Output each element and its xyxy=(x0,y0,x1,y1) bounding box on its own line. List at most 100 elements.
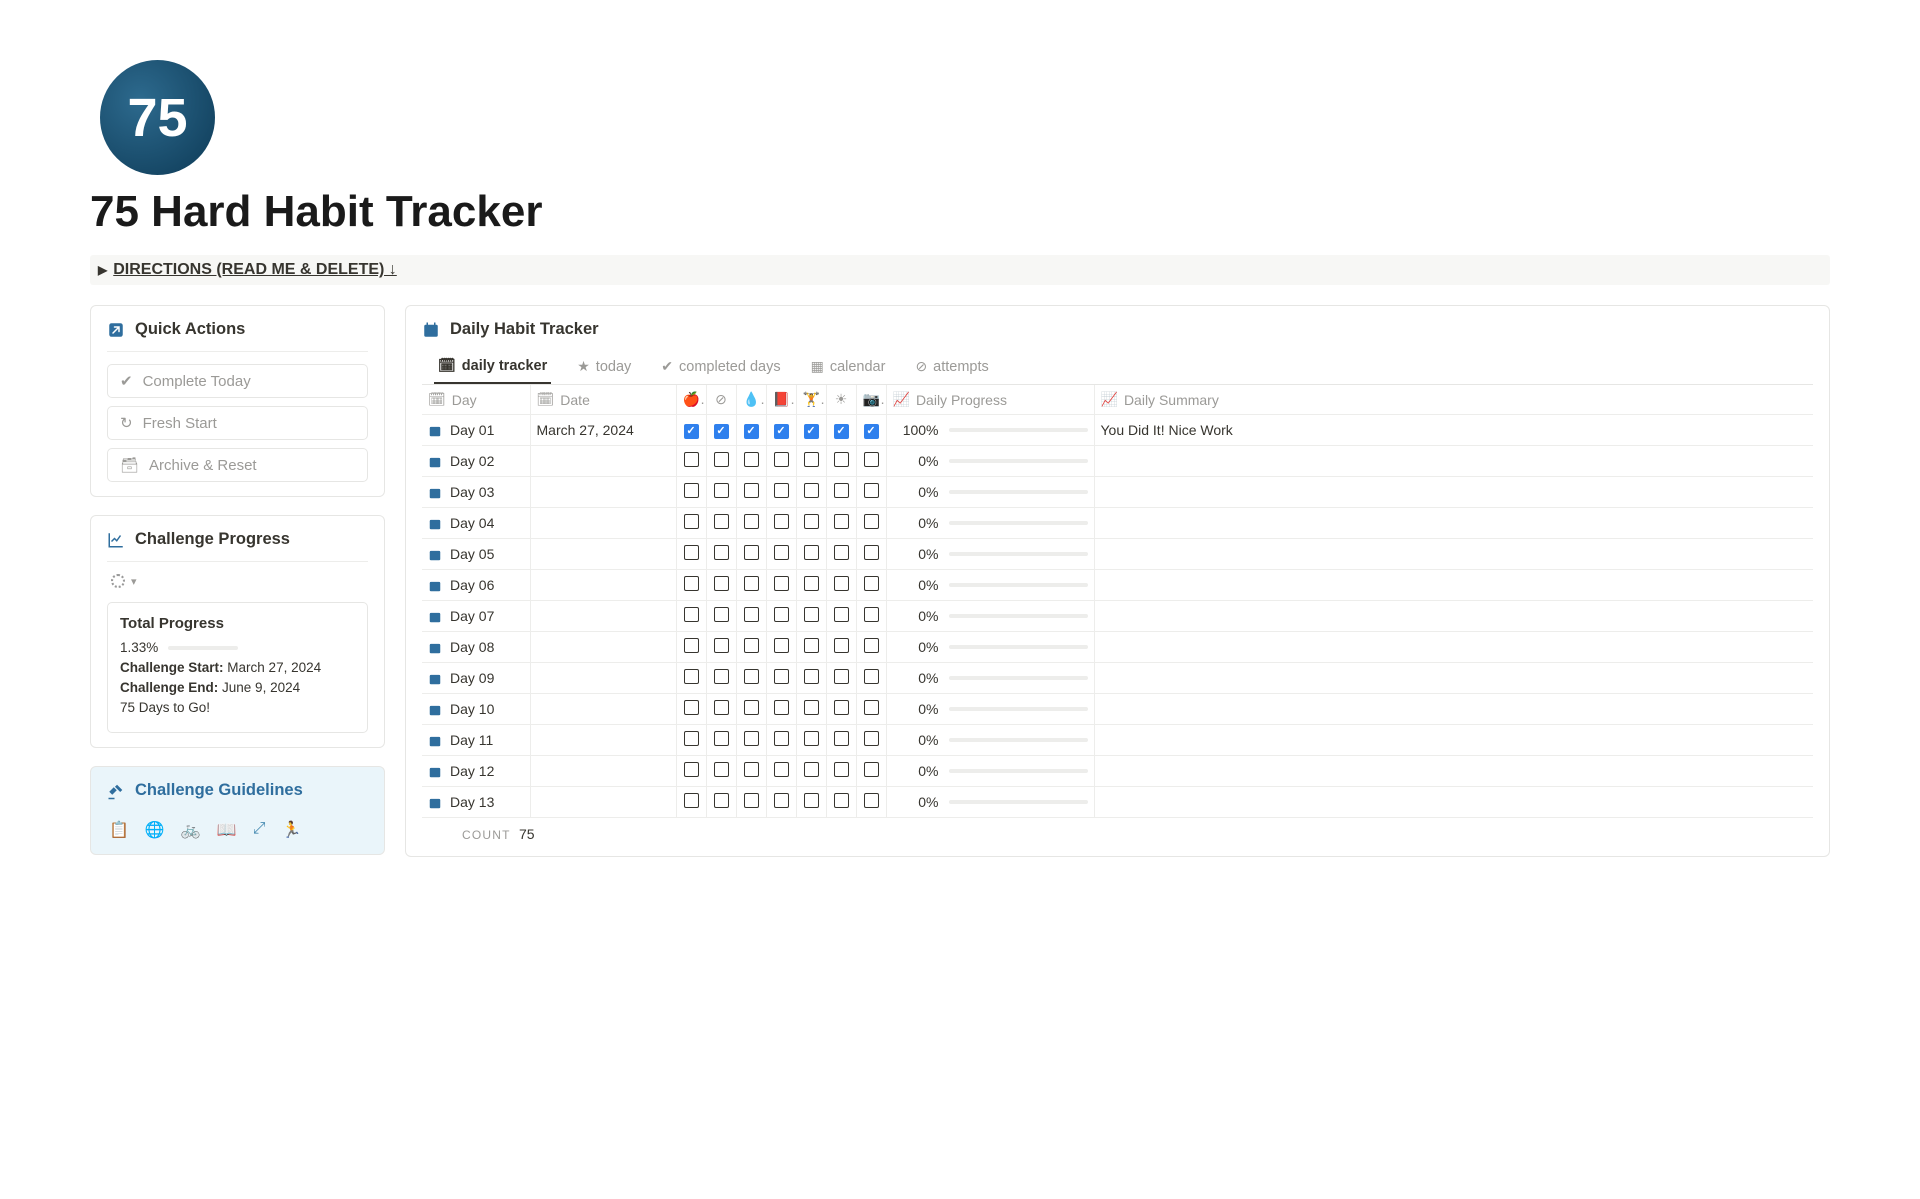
table-row[interactable]: Day 11 0% xyxy=(422,725,1813,756)
checkbox[interactable] xyxy=(834,483,849,498)
checkbox[interactable] xyxy=(684,793,699,808)
table-row[interactable]: Day 10 0% xyxy=(422,694,1813,725)
col-sun[interactable]: ☀ xyxy=(826,385,856,415)
checkbox[interactable] xyxy=(864,793,879,808)
checkbox[interactable] xyxy=(744,607,759,622)
checkbox[interactable] xyxy=(804,576,819,591)
checkbox[interactable] xyxy=(684,669,699,684)
table-row[interactable]: Day 07 0% xyxy=(422,601,1813,632)
checkbox[interactable] xyxy=(684,731,699,746)
checkbox[interactable] xyxy=(804,424,819,439)
checkbox[interactable] xyxy=(864,731,879,746)
book-icon[interactable]: 📖 xyxy=(217,820,237,840)
date-cell[interactable] xyxy=(530,570,676,601)
checkbox[interactable] xyxy=(744,793,759,808)
checkbox[interactable] xyxy=(834,731,849,746)
col-dumbbell[interactable]: 🏋 xyxy=(796,385,826,415)
checkbox[interactable] xyxy=(774,576,789,591)
table-row[interactable]: Day 12 0% xyxy=(422,756,1813,787)
checkbox[interactable] xyxy=(804,514,819,529)
table-row[interactable]: Day 13 0% xyxy=(422,787,1813,818)
checkbox[interactable] xyxy=(744,669,759,684)
date-cell[interactable] xyxy=(530,632,676,663)
checkbox[interactable] xyxy=(714,607,729,622)
checkbox[interactable] xyxy=(804,731,819,746)
checkbox[interactable] xyxy=(834,452,849,467)
checkbox[interactable] xyxy=(804,669,819,684)
checkbox[interactable] xyxy=(774,483,789,498)
checkbox[interactable] xyxy=(774,424,789,439)
checkbox[interactable] xyxy=(714,576,729,591)
checkbox[interactable] xyxy=(864,700,879,715)
checkbox[interactable] xyxy=(714,793,729,808)
checkbox[interactable] xyxy=(744,638,759,653)
tab-daily-tracker[interactable]: 🗓daily tracker xyxy=(434,351,551,384)
checkbox[interactable] xyxy=(714,514,729,529)
table-row[interactable]: Day 05 0% xyxy=(422,539,1813,570)
checkbox[interactable] xyxy=(684,545,699,560)
col-cancel[interactable]: ⊘ xyxy=(706,385,736,415)
checkbox[interactable] xyxy=(834,638,849,653)
col-summary[interactable]: Daily Summary xyxy=(1124,392,1219,408)
col-apple[interactable]: 🍎 xyxy=(676,385,706,415)
quick-action-complete-today[interactable]: ✔Complete Today xyxy=(107,364,368,398)
checkbox[interactable] xyxy=(804,545,819,560)
col-camera[interactable]: 📷 xyxy=(856,385,886,415)
checkbox[interactable] xyxy=(834,669,849,684)
checkbox[interactable] xyxy=(744,762,759,777)
checkbox[interactable] xyxy=(684,638,699,653)
checkbox[interactable] xyxy=(804,700,819,715)
checkbox[interactable] xyxy=(864,545,879,560)
checkbox[interactable] xyxy=(804,607,819,622)
checkbox[interactable] xyxy=(864,483,879,498)
globe-icon[interactable]: 🌐 xyxy=(145,820,165,840)
checkbox[interactable] xyxy=(864,576,879,591)
checkbox[interactable] xyxy=(864,514,879,529)
col-book[interactable]: 📕 xyxy=(766,385,796,415)
checkbox[interactable] xyxy=(684,607,699,622)
checkbox[interactable] xyxy=(744,483,759,498)
checkbox[interactable] xyxy=(774,545,789,560)
quick-action-fresh-start[interactable]: ↻Fresh Start xyxy=(107,406,368,440)
date-cell[interactable] xyxy=(530,725,676,756)
checkbox[interactable] xyxy=(744,731,759,746)
checkbox[interactable] xyxy=(714,731,729,746)
table-row[interactable]: Day 01 March 27, 2024 100% You Did It! N… xyxy=(422,415,1813,446)
checkbox[interactable] xyxy=(834,576,849,591)
checkbox[interactable] xyxy=(744,424,759,439)
checkbox[interactable] xyxy=(744,576,759,591)
date-cell[interactable] xyxy=(530,663,676,694)
checkbox[interactable] xyxy=(774,452,789,467)
checkbox[interactable] xyxy=(864,762,879,777)
directions-toggle[interactable]: ▶ DIRECTIONS (READ ME & DELETE) ↓ xyxy=(90,255,1830,285)
checkbox[interactable] xyxy=(684,483,699,498)
checkbox[interactable] xyxy=(804,452,819,467)
checkbox[interactable] xyxy=(774,669,789,684)
clipboard-icon[interactable]: 📋 xyxy=(109,820,129,840)
date-cell[interactable] xyxy=(530,539,676,570)
checkbox[interactable] xyxy=(804,793,819,808)
date-cell[interactable] xyxy=(530,601,676,632)
date-cell[interactable]: March 27, 2024 xyxy=(530,415,676,446)
tab-today[interactable]: ★today xyxy=(573,351,635,384)
checkbox[interactable] xyxy=(864,452,879,467)
checkbox[interactable] xyxy=(834,514,849,529)
table-row[interactable]: Day 03 0% xyxy=(422,477,1813,508)
checkbox[interactable] xyxy=(714,700,729,715)
checkbox[interactable] xyxy=(774,700,789,715)
checkbox[interactable] xyxy=(684,424,699,439)
col-date[interactable]: Date xyxy=(560,392,590,408)
checkbox[interactable] xyxy=(834,545,849,560)
checkbox[interactable] xyxy=(804,638,819,653)
checkbox[interactable] xyxy=(774,793,789,808)
checkbox[interactable] xyxy=(834,762,849,777)
table-row[interactable]: Day 08 0% xyxy=(422,632,1813,663)
checkbox[interactable] xyxy=(714,669,729,684)
col-day[interactable]: Day xyxy=(452,392,477,408)
expand-icon[interactable]: ⤢ xyxy=(253,820,266,840)
chevron-down-icon[interactable]: ▾ xyxy=(131,575,137,588)
date-cell[interactable] xyxy=(530,694,676,725)
checkbox[interactable] xyxy=(834,793,849,808)
checkbox[interactable] xyxy=(834,607,849,622)
checkbox[interactable] xyxy=(714,452,729,467)
